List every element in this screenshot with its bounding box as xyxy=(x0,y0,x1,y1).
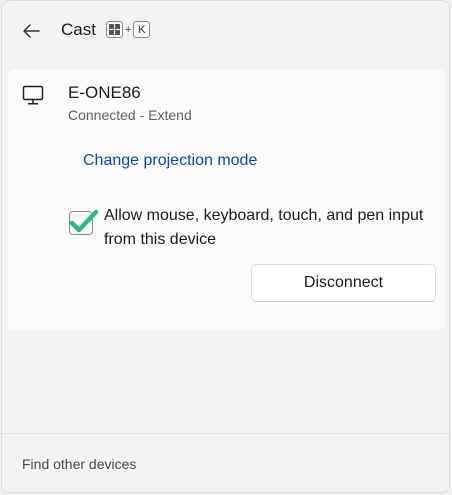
find-other-devices-link[interactable]: Find other devices xyxy=(22,456,136,472)
change-projection-mode-link[interactable]: Change projection mode xyxy=(83,152,257,170)
back-arrow-icon xyxy=(23,24,40,38)
keyboard-shortcut: + K xyxy=(106,21,151,38)
disconnect-button[interactable]: Disconnect xyxy=(251,264,436,302)
allow-input-checkbox[interactable] xyxy=(69,211,93,235)
shortcut-plus: + xyxy=(125,23,132,36)
windows-logo-icon xyxy=(109,24,120,35)
connected-device-card: E-ONE86 Connected - Extend Change projec… xyxy=(8,69,445,330)
device-name: E-ONE86 xyxy=(68,83,141,102)
windows-key xyxy=(106,21,123,38)
k-key: K xyxy=(133,21,151,38)
cast-flyout: Cast + K E-ONE86 Connected - Extend Chan… xyxy=(1,0,450,493)
footer: Find other devices xyxy=(2,433,449,492)
page-title: Cast xyxy=(61,20,96,39)
cast-header: Cast + K xyxy=(2,1,449,61)
device-status: Connected - Extend xyxy=(68,107,192,123)
back-button[interactable] xyxy=(14,15,48,47)
monitor-icon xyxy=(22,85,44,105)
allow-input-label: Allow mouse, keyboard, touch, and pen in… xyxy=(104,207,424,248)
